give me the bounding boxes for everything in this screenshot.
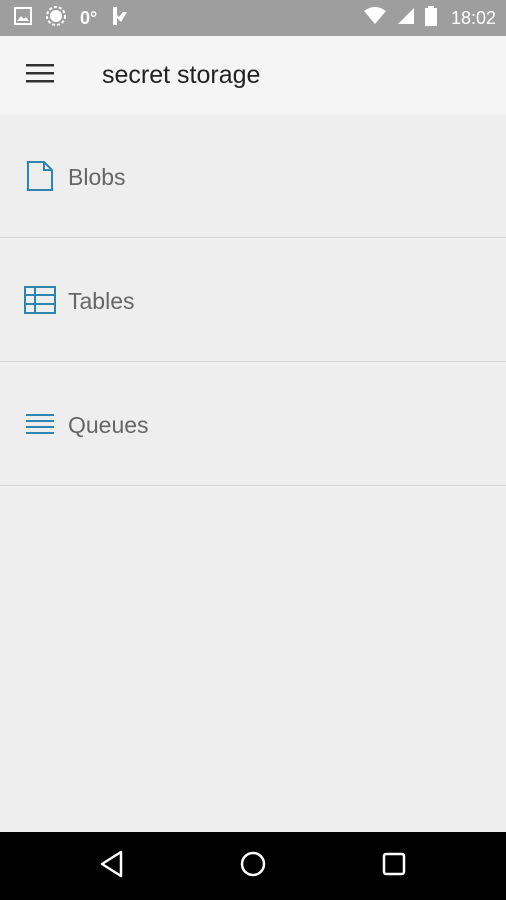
back-button[interactable] xyxy=(92,846,132,886)
home-circle-icon xyxy=(239,850,267,883)
flag-icon xyxy=(111,6,129,31)
queue-lines-icon xyxy=(24,409,56,439)
status-left-icons: 0° xyxy=(14,0,129,36)
app-bar: secret storage xyxy=(0,36,506,114)
table-icon xyxy=(24,285,56,315)
hamburger-menu-icon xyxy=(26,63,54,88)
status-time: 18:02 xyxy=(450,7,496,28)
signal-icon xyxy=(397,7,415,30)
status-bar: 0° 18:02 xyxy=(0,0,506,36)
recents-square-icon xyxy=(382,852,406,881)
list-item-label: Tables xyxy=(68,288,135,314)
sync-icon xyxy=(46,5,66,31)
temperature-text: 0° xyxy=(80,7,98,28)
list-item-label: Blobs xyxy=(68,164,126,190)
list-item-queues[interactable]: Queues xyxy=(0,362,506,486)
list-item-blobs[interactable]: Blobs xyxy=(0,114,506,238)
storage-type-list: Blobs Tables Queues xyxy=(0,114,506,486)
list-item-label: Queues xyxy=(68,412,149,438)
list-item-tables[interactable]: Tables xyxy=(0,238,506,362)
recents-button[interactable] xyxy=(374,846,414,886)
app-screen: 0° 18:02 secret storage Blobs Tables Que… xyxy=(0,0,506,900)
page-title: secret storage xyxy=(102,61,261,89)
status-right-icons: 18:02 xyxy=(363,0,496,36)
battery-icon xyxy=(424,5,437,31)
wifi-icon xyxy=(363,6,387,30)
menu-button[interactable] xyxy=(18,56,62,94)
system-nav-bar xyxy=(0,832,506,900)
home-button[interactable] xyxy=(233,846,273,886)
image-icon xyxy=(14,6,32,30)
back-triangle-icon xyxy=(99,850,125,883)
document-icon xyxy=(24,161,56,191)
